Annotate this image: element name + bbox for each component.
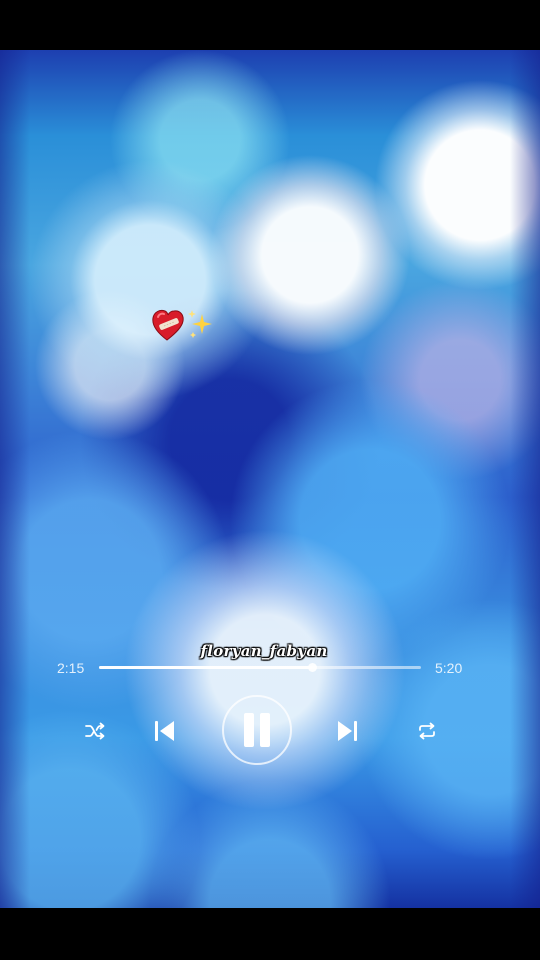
progress-bar[interactable] bbox=[99, 663, 421, 672]
pause-icon-right-bar bbox=[260, 713, 270, 747]
next-icon[interactable] bbox=[334, 718, 360, 744]
sparkles-icon bbox=[188, 310, 212, 338]
elapsed-time: 2:15 bbox=[57, 660, 85, 676]
letterbox-top bbox=[0, 0, 540, 52]
video-frame: floryan_fabyan 2:15 5:20 bbox=[0, 0, 540, 960]
mending-heart-icon bbox=[152, 309, 184, 341]
progress-thumb[interactable] bbox=[307, 663, 317, 672]
letterbox-bottom bbox=[0, 908, 540, 960]
pause-icon-left-bar bbox=[244, 713, 254, 747]
repeat-icon[interactable] bbox=[415, 719, 439, 743]
sticker-group bbox=[152, 309, 212, 341]
total-time: 5:20 bbox=[435, 660, 463, 676]
bokeh-background bbox=[0, 50, 540, 910]
progress-fill bbox=[99, 666, 312, 669]
shuffle-icon[interactable] bbox=[83, 719, 107, 743]
previous-icon[interactable] bbox=[152, 718, 178, 744]
username-watermark: floryan_fabyan bbox=[200, 642, 328, 660]
pause-button[interactable] bbox=[222, 695, 292, 765]
